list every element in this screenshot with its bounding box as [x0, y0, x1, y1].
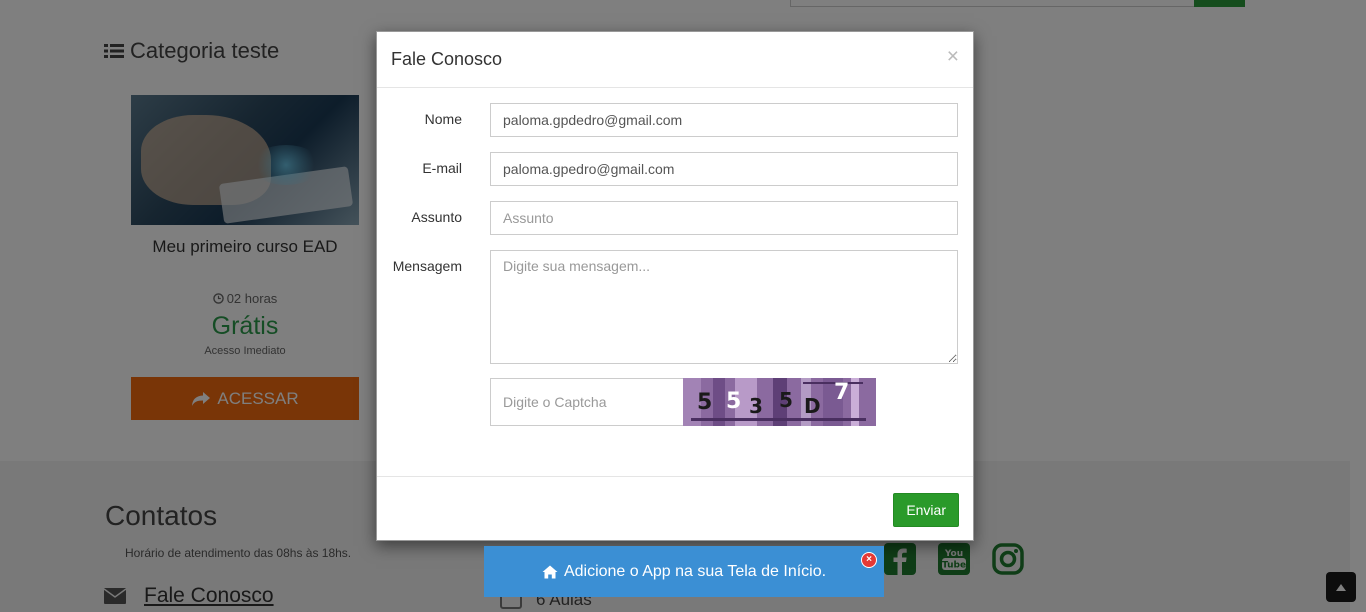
assunto-field[interactable] [490, 201, 958, 235]
add-to-home-text: Adicione o App na sua Tela de Início. [563, 562, 827, 580]
captcha-image: 5 5 3 5 D 7 [683, 378, 876, 426]
captcha-char: 5 [697, 390, 713, 415]
captcha-char: 7 [834, 380, 850, 405]
modal-header: Fale Conosco × [377, 32, 973, 88]
contact-modal: Fale Conosco × Nome E-mail Assunto Mensa… [376, 31, 974, 541]
banner-close-icon[interactable]: × [861, 552, 877, 568]
mensagem-label: Mensagem [392, 258, 462, 274]
home-icon [542, 565, 558, 578]
modal-title: Fale Conosco [391, 49, 503, 69]
nome-field[interactable] [490, 103, 958, 137]
captcha-char: D [804, 394, 821, 418]
email-field[interactable] [490, 152, 958, 186]
assunto-label: Assunto [411, 209, 462, 225]
add-to-home-banner[interactable]: Adicione o App na sua Tela de Início. [484, 546, 884, 597]
email-label: E-mail [422, 160, 462, 176]
captcha-char: 5 [726, 389, 742, 414]
captcha-char: 3 [749, 394, 763, 418]
send-button[interactable]: Enviar [893, 493, 959, 527]
mensagem-field[interactable] [490, 250, 958, 364]
modal-footer: Enviar [377, 476, 973, 541]
captcha-char: 5 [779, 388, 793, 412]
captcha-field[interactable] [490, 378, 684, 426]
nome-label: Nome [424, 111, 462, 127]
close-icon[interactable]: × [947, 46, 959, 67]
